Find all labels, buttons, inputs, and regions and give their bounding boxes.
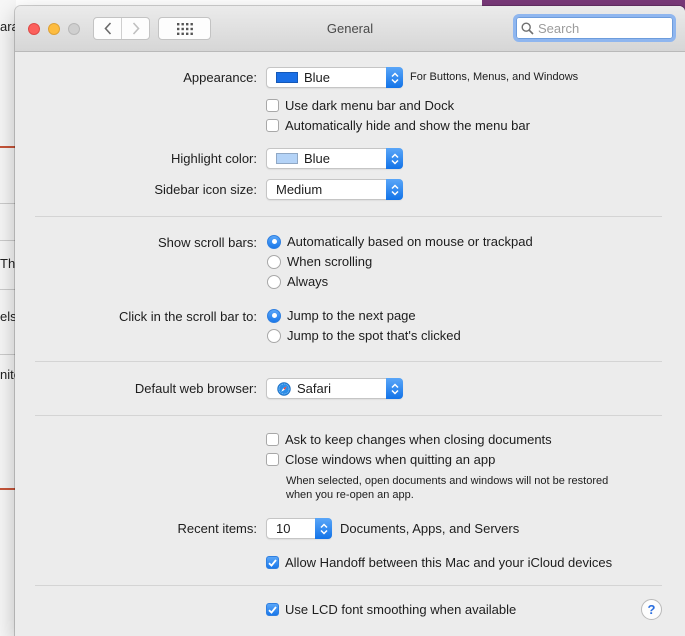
scroll-bars-option-automatic[interactable]: Automatically based on mouse or trackpad <box>267 234 533 249</box>
checkbox-unchecked <box>266 119 279 132</box>
auto-hide-menu-label: Automatically hide and show the menu bar <box>285 118 530 133</box>
click-scroll-label: Click in the scroll bar to: <box>119 309 257 324</box>
checkbox-checked <box>266 556 279 569</box>
help-button[interactable]: ? <box>641 599 662 620</box>
highlight-value: Blue <box>304 151 331 166</box>
safari-icon <box>277 381 291 396</box>
auto-hide-menu-checkbox[interactable]: Automatically hide and show the menu bar <box>266 118 530 133</box>
handoff-label: Allow Handoff between this Mac and your … <box>285 555 613 570</box>
click-scroll-option-label: Jump to the next page <box>287 308 416 323</box>
highlight-label: Highlight color: <box>171 151 257 166</box>
appearance-popup[interactable]: Blue <box>266 67 403 88</box>
recent-items-popup[interactable]: 10 <box>266 518 332 539</box>
background-divider <box>0 203 16 204</box>
recent-items-label: Recent items: <box>177 521 257 536</box>
click-scroll-option-spot-clicked[interactable]: Jump to the spot that's clicked <box>267 328 461 343</box>
popup-arrows-icon <box>386 148 403 169</box>
background-text-fragment: Th <box>0 256 16 271</box>
appearance-note: For Buttons, Menus, and Windows <box>410 71 579 83</box>
default-browser-value: Safari <box>297 381 331 396</box>
help-icon: ? <box>647 602 656 617</box>
checkbox-unchecked <box>266 99 279 112</box>
scroll-bars-option-always[interactable]: Always <box>267 274 328 289</box>
title-bar: General <box>15 6 685 52</box>
section-divider <box>35 216 662 217</box>
lcd-smoothing-checkbox[interactable]: Use LCD font smoothing when available <box>266 602 516 617</box>
appearance-value: Blue <box>304 70 331 85</box>
sidebar-icon-size-label: Sidebar icon size: <box>154 182 257 197</box>
background-divider <box>0 289 16 290</box>
background-divider <box>0 354 16 355</box>
default-browser-popup[interactable]: Safari <box>266 378 403 399</box>
scroll-bars-option-when-scrolling[interactable]: When scrolling <box>267 254 372 269</box>
checkbox-checked <box>266 603 279 616</box>
recent-items-value: 10 <box>276 521 291 536</box>
close-windows-note: When selected, open documents and window… <box>286 474 656 502</box>
search-box <box>516 17 673 39</box>
checkbox-unchecked <box>266 453 279 466</box>
dark-menu-label: Use dark menu bar and Dock <box>285 98 455 113</box>
highlight-popup[interactable]: Blue <box>266 148 403 169</box>
dark-menu-checkbox[interactable]: Use dark menu bar and Dock <box>266 98 454 113</box>
close-windows-checkbox[interactable]: Close windows when quitting an app <box>266 452 495 467</box>
system-preferences-window: General Appearance: Blue For Buttons, Me… <box>15 6 685 636</box>
scroll-bars-option-label: Always <box>287 274 329 289</box>
highlight-swatch <box>276 153 298 164</box>
close-windows-note-line: when you re-open an app. <box>286 489 414 501</box>
ask-keep-changes-label: Ask to keep changes when closing documen… <box>285 432 552 447</box>
radio-selected <box>267 234 281 249</box>
popup-arrows-icon <box>386 378 403 399</box>
close-windows-note-line: When selected, open documents and window… <box>286 475 609 487</box>
background-accent-line <box>0 146 16 148</box>
background-accent-line <box>0 488 16 490</box>
close-windows-label: Close windows when quitting an app <box>285 452 496 467</box>
checkbox-unchecked <box>266 433 279 446</box>
background-divider <box>0 240 16 241</box>
appearance-label: Appearance: <box>183 70 257 85</box>
radio-unselected <box>267 254 281 269</box>
search-input[interactable] <box>538 20 668 36</box>
section-divider <box>35 361 662 362</box>
appearance-swatch <box>276 72 298 83</box>
popup-arrows-icon <box>315 518 332 539</box>
search-field[interactable] <box>513 14 676 42</box>
section-divider <box>35 415 662 416</box>
scroll-bars-label: Show scroll bars: <box>158 235 257 250</box>
radio-unselected <box>267 328 281 343</box>
radio-unselected <box>267 274 281 289</box>
radio-selected <box>267 308 281 323</box>
lcd-smoothing-label: Use LCD font smoothing when available <box>285 602 517 617</box>
sidebar-icon-size-value: Medium <box>276 182 323 197</box>
scroll-bars-option-label: Automatically based on mouse or trackpad <box>287 234 533 249</box>
sidebar-icon-size-popup[interactable]: Medium <box>266 179 403 200</box>
recent-items-note: Documents, Apps, and Servers <box>340 521 520 536</box>
ask-keep-changes-checkbox[interactable]: Ask to keep changes when closing documen… <box>266 432 552 447</box>
search-icon <box>521 21 534 35</box>
popup-arrows-icon <box>386 67 403 88</box>
scroll-bars-option-label: When scrolling <box>287 254 373 269</box>
section-divider <box>35 585 662 586</box>
click-scroll-option-next-page[interactable]: Jump to the next page <box>267 308 416 323</box>
handoff-checkbox[interactable]: Allow Handoff between this Mac and your … <box>266 555 612 570</box>
popup-arrows-icon <box>386 179 403 200</box>
click-scroll-option-label: Jump to the spot that's clicked <box>287 328 461 343</box>
default-browser-label: Default web browser: <box>134 381 257 396</box>
